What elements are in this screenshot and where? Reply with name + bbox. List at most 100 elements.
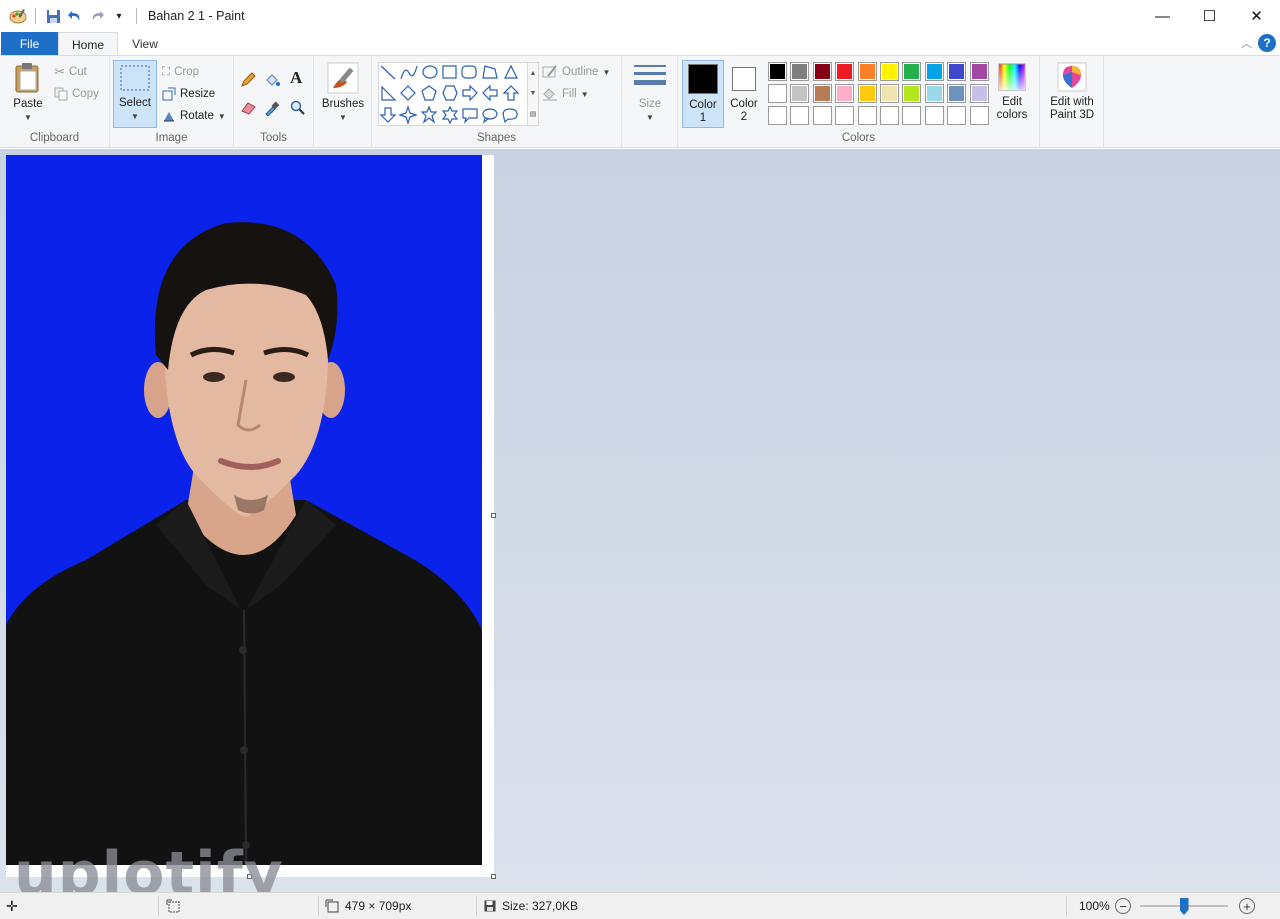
- palette-swatch[interactable]: [969, 84, 989, 103]
- rounded-callout-shape-icon[interactable]: [462, 108, 478, 124]
- zoom-out-button[interactable]: −: [1115, 898, 1131, 914]
- palette-swatch[interactable]: [790, 62, 810, 81]
- copy-button[interactable]: Copy: [54, 84, 99, 104]
- palette-swatch[interactable]: [812, 62, 832, 81]
- cut-button[interactable]: ✂ Cut: [54, 62, 87, 82]
- palette-swatch[interactable]: [969, 62, 989, 81]
- tab-view[interactable]: View: [118, 32, 172, 55]
- edit-colors-button[interactable]: Edit colors: [992, 62, 1032, 122]
- right-arrow-shape-icon[interactable]: [462, 84, 478, 102]
- palette-swatch[interactable]: [812, 106, 832, 125]
- cloud-callout-shape-icon[interactable]: [502, 108, 518, 124]
- magnifier-button[interactable]: [290, 98, 306, 118]
- rotate-button[interactable]: Rotate ▼: [162, 106, 226, 126]
- zoom-slider-thumb[interactable]: [1179, 898, 1189, 915]
- palette-swatch[interactable]: [857, 62, 877, 81]
- select-button[interactable]: Select ▼: [113, 60, 157, 128]
- palette-swatch[interactable]: [857, 84, 877, 103]
- brushes-button[interactable]: Brushes ▼: [318, 62, 368, 124]
- tab-home[interactable]: Home: [58, 32, 118, 56]
- redo-icon[interactable]: [87, 5, 107, 27]
- resize-handle-right[interactable]: [491, 513, 496, 518]
- triangle-shape-icon[interactable]: [504, 64, 518, 79]
- fill-bucket-button[interactable]: [264, 70, 281, 90]
- palette-swatch[interactable]: [947, 106, 967, 125]
- left-arrow-shape-icon[interactable]: [482, 84, 498, 102]
- expand-gallery-icon[interactable]: ▤: [530, 110, 537, 118]
- resize-handle-corner[interactable]: [491, 874, 496, 879]
- scroll-down-icon[interactable]: ▼: [530, 90, 537, 97]
- maximize-button[interactable]: ☐: [1186, 0, 1233, 32]
- palette-swatch[interactable]: [947, 84, 967, 103]
- customize-quick-access-button[interactable]: ▾: [109, 5, 129, 27]
- down-arrow-shape-icon[interactable]: [379, 107, 397, 123]
- palette-swatch[interactable]: [902, 84, 922, 103]
- save-icon[interactable]: [43, 5, 63, 27]
- zoom-in-button[interactable]: +: [1239, 898, 1255, 914]
- minimize-ribbon-icon[interactable]: ︿: [1241, 35, 1252, 51]
- right-triangle-shape-icon[interactable]: [381, 85, 397, 101]
- palette-swatch[interactable]: [880, 84, 899, 103]
- selection-size: [166, 893, 180, 919]
- diamond-shape-icon[interactable]: [400, 85, 416, 101]
- palette-swatch[interactable]: [835, 106, 855, 125]
- palette-swatch[interactable]: [768, 84, 787, 103]
- text-tool-button[interactable]: A: [290, 68, 302, 88]
- crop-button[interactable]: ⛶ Crop: [162, 62, 199, 82]
- canvas-area[interactable]: uplotify: [0, 149, 1280, 892]
- edit-with-paint3d-button[interactable]: Edit with Paint 3D: [1044, 62, 1100, 122]
- palette-swatch[interactable]: [835, 84, 855, 103]
- four-point-star-shape-icon[interactable]: [398, 105, 418, 125]
- close-button[interactable]: ✕: [1233, 0, 1280, 32]
- rounded-rectangle-shape-icon[interactable]: [461, 65, 477, 79]
- palette-swatch[interactable]: [768, 106, 787, 125]
- chevron-down-icon: ▼: [646, 113, 654, 122]
- line-shape-icon[interactable]: [380, 65, 396, 80]
- palette-swatch[interactable]: [924, 62, 944, 81]
- tab-file[interactable]: File: [1, 32, 58, 55]
- palette-swatch[interactable]: [924, 84, 944, 103]
- pencil-button[interactable]: [240, 70, 256, 90]
- color2-button[interactable]: Color 2: [727, 60, 761, 128]
- paint-app-icon[interactable]: [8, 5, 28, 27]
- palette-swatch[interactable]: [947, 62, 967, 81]
- color1-button[interactable]: Color 1: [682, 60, 724, 128]
- palette-swatch[interactable]: [924, 106, 944, 125]
- palette-swatch[interactable]: [790, 106, 810, 125]
- help-icon[interactable]: ?: [1258, 34, 1276, 52]
- up-arrow-shape-icon[interactable]: [502, 85, 520, 101]
- palette-swatch[interactable]: [857, 106, 877, 125]
- chevron-down-icon: ▼: [339, 113, 347, 122]
- paste-button[interactable]: Paste ▼: [8, 62, 48, 124]
- minimize-button[interactable]: —: [1139, 0, 1186, 32]
- resize-button[interactable]: Resize: [162, 84, 215, 104]
- palette-swatch[interactable]: [790, 84, 810, 103]
- palette-swatch[interactable]: [902, 106, 922, 125]
- undo-icon[interactable]: [65, 5, 85, 27]
- chevron-down-icon: ▼: [580, 89, 589, 99]
- oval-shape-icon[interactable]: [422, 65, 438, 79]
- six-point-star-shape-icon[interactable]: [441, 105, 459, 125]
- shapes-scroll[interactable]: ▲ ▼ ▤: [527, 62, 539, 126]
- eraser-button[interactable]: [240, 98, 257, 118]
- curve-shape-icon[interactable]: [400, 65, 418, 80]
- palette-swatch[interactable]: [969, 106, 989, 125]
- outline-button[interactable]: Outline ▼: [542, 62, 610, 82]
- fill-button[interactable]: Fill ▼: [542, 84, 589, 104]
- palette-swatch[interactable]: [880, 106, 899, 125]
- palette-swatch[interactable]: [812, 84, 832, 103]
- palette-swatch[interactable]: [835, 62, 855, 81]
- rectangle-shape-icon[interactable]: [442, 65, 457, 79]
- palette-swatch[interactable]: [768, 62, 787, 81]
- canvas-image[interactable]: [6, 155, 482, 865]
- pentagon-shape-icon[interactable]: [421, 85, 437, 101]
- five-point-star-shape-icon[interactable]: [420, 105, 438, 124]
- hexagon-shape-icon[interactable]: [442, 85, 458, 101]
- size-button[interactable]: Size ▼: [628, 62, 672, 124]
- palette-swatch[interactable]: [880, 62, 899, 81]
- scroll-up-icon[interactable]: ▲: [530, 70, 537, 77]
- polygon-shape-icon[interactable]: [482, 65, 498, 79]
- color-picker-button[interactable]: [264, 98, 280, 118]
- oval-callout-shape-icon[interactable]: [482, 108, 498, 124]
- palette-swatch[interactable]: [902, 62, 922, 81]
